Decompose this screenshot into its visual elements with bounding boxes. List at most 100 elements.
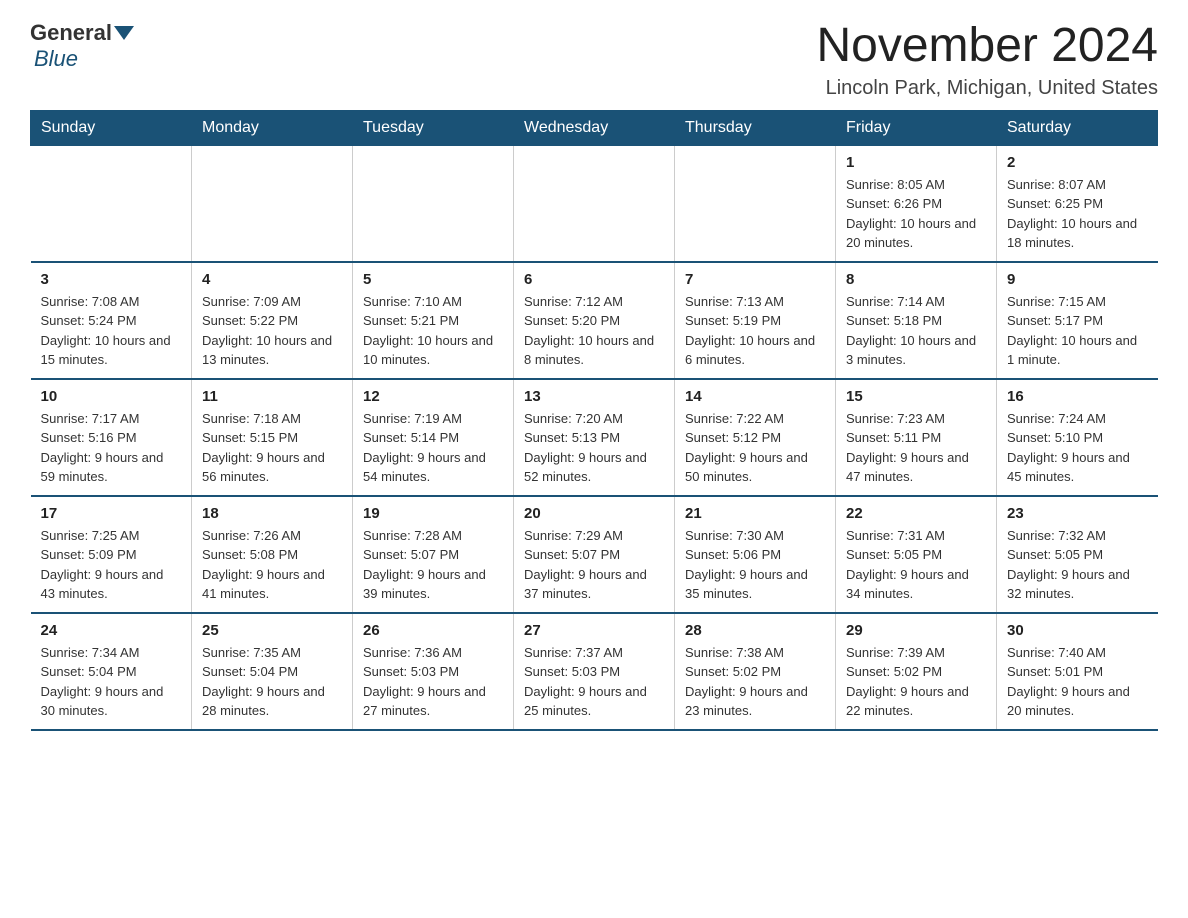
day-info: Sunrise: 7:30 AMSunset: 5:06 PMDaylight:… bbox=[685, 526, 825, 604]
day-number: 11 bbox=[202, 388, 342, 405]
day-info: Sunrise: 7:20 AMSunset: 5:13 PMDaylight:… bbox=[524, 409, 664, 487]
day-number: 13 bbox=[524, 388, 664, 405]
calendar-cell: 27Sunrise: 7:37 AMSunset: 5:03 PMDayligh… bbox=[514, 613, 675, 730]
day-info: Sunrise: 7:31 AMSunset: 5:05 PMDaylight:… bbox=[846, 526, 986, 604]
page-header: General Blue November 2024 Lincoln Park,… bbox=[30, 20, 1158, 100]
day-info: Sunrise: 7:39 AMSunset: 5:02 PMDaylight:… bbox=[846, 643, 986, 721]
weekday-header: Wednesday bbox=[514, 110, 675, 145]
day-number: 4 bbox=[202, 271, 342, 288]
calendar-cell: 28 Sunrise: 7:38 AMSunset: 5:02 PMDayligh… bbox=[675, 613, 836, 730]
calendar-cell: 1Sunrise: 8:05 AMSunset: 6:26 PMDaylight… bbox=[836, 145, 997, 262]
weekday-header: Friday bbox=[836, 110, 997, 145]
calendar-cell: 30Sunrise: 7:40 AMSunset: 5:01 PMDayligh… bbox=[997, 613, 1158, 730]
calendar-cell: 15 Sunrise: 7:23 AMSunset: 5:11 PMDayligh… bbox=[836, 379, 997, 496]
day-info: Sunrise: 8:07 AMSunset: 6:25 PMDaylight:… bbox=[1007, 175, 1148, 253]
day-number: 22 bbox=[846, 505, 986, 522]
calendar-cell bbox=[353, 145, 514, 262]
day-number: 29 bbox=[846, 622, 986, 639]
day-info: Sunrise: 7:25 AMSunset: 5:09 PMDaylight:… bbox=[41, 526, 182, 604]
day-number: 9 bbox=[1007, 271, 1148, 288]
day-number: 12 bbox=[363, 388, 503, 405]
day-number: 21 bbox=[685, 505, 825, 522]
calendar-cell: 19 Sunrise: 7:28 AMSunset: 5:07 PMDayligh… bbox=[353, 496, 514, 613]
calendar-cell: 25 Sunrise: 7:35 AMSunset: 5:04 PMDayligh… bbox=[192, 613, 353, 730]
day-info: Sunrise: 7:38 AMSunset: 5:02 PMDaylight:… bbox=[685, 643, 825, 721]
day-number: 15 bbox=[846, 388, 986, 405]
logo-general-text: General bbox=[30, 20, 112, 46]
day-info: Sunrise: 7:08 AMSunset: 5:24 PMDaylight:… bbox=[41, 292, 182, 370]
day-number: 1 bbox=[846, 154, 986, 171]
weekday-header: Saturday bbox=[997, 110, 1158, 145]
day-number: 18 bbox=[202, 505, 342, 522]
calendar-cell: 18 Sunrise: 7:26 AMSunset: 5:08 PMDayligh… bbox=[192, 496, 353, 613]
location-subtitle: Lincoln Park, Michigan, United States bbox=[816, 77, 1158, 100]
calendar-cell: 6Sunrise: 7:12 AMSunset: 5:20 PMDaylight… bbox=[514, 262, 675, 379]
day-info: Sunrise: 7:17 AMSunset: 5:16 PMDaylight:… bbox=[41, 409, 182, 487]
calendar-week-row: 24 Sunrise: 7:34 AMSunset: 5:04 PMDayligh… bbox=[31, 613, 1158, 730]
day-info: Sunrise: 7:28 AMSunset: 5:07 PMDaylight:… bbox=[363, 526, 503, 604]
day-info: Sunrise: 7:32 AMSunset: 5:05 PMDaylight:… bbox=[1007, 526, 1148, 604]
calendar-cell bbox=[514, 145, 675, 262]
calendar-cell: 8Sunrise: 7:14 AMSunset: 5:18 PMDaylight… bbox=[836, 262, 997, 379]
calendar-cell: 14Sunrise: 7:22 AMSunset: 5:12 PMDayligh… bbox=[675, 379, 836, 496]
logo: General Blue bbox=[30, 20, 136, 72]
day-info: Sunrise: 7:34 AMSunset: 5:04 PMDaylight:… bbox=[41, 643, 182, 721]
day-number: 25 bbox=[202, 622, 342, 639]
day-number: 2 bbox=[1007, 154, 1148, 171]
day-info: Sunrise: 7:18 AMSunset: 5:15 PMDaylight:… bbox=[202, 409, 342, 487]
day-number: 23 bbox=[1007, 505, 1148, 522]
day-info: Sunrise: 7:29 AMSunset: 5:07 PMDaylight:… bbox=[524, 526, 664, 604]
calendar-cell: 7 Sunrise: 7:13 AMSunset: 5:19 PMDaylight… bbox=[675, 262, 836, 379]
calendar-week-row: 10 Sunrise: 7:17 AMSunset: 5:16 PMDayligh… bbox=[31, 379, 1158, 496]
day-info: Sunrise: 7:36 AMSunset: 5:03 PMDaylight:… bbox=[363, 643, 503, 721]
calendar-cell: 24 Sunrise: 7:34 AMSunset: 5:04 PMDayligh… bbox=[31, 613, 192, 730]
day-number: 20 bbox=[524, 505, 664, 522]
day-info: Sunrise: 7:35 AMSunset: 5:04 PMDaylight:… bbox=[202, 643, 342, 721]
calendar-cell: 20 Sunrise: 7:29 AMSunset: 5:07 PMDayligh… bbox=[514, 496, 675, 613]
day-number: 16 bbox=[1007, 388, 1148, 405]
day-number: 3 bbox=[41, 271, 182, 288]
calendar-week-row: 3 Sunrise: 7:08 AMSunset: 5:24 PMDaylight… bbox=[31, 262, 1158, 379]
calendar-cell: 5Sunrise: 7:10 AMSunset: 5:21 PMDaylight… bbox=[353, 262, 514, 379]
day-number: 7 bbox=[685, 271, 825, 288]
day-info: Sunrise: 7:09 AMSunset: 5:22 PMDaylight:… bbox=[202, 292, 342, 370]
calendar-cell: 16 Sunrise: 7:24 AMSunset: 5:10 PMDayligh… bbox=[997, 379, 1158, 496]
calendar-cell bbox=[192, 145, 353, 262]
day-number: 14 bbox=[685, 388, 825, 405]
calendar-body: 1Sunrise: 8:05 AMSunset: 6:26 PMDaylight… bbox=[31, 145, 1158, 730]
calendar-cell bbox=[31, 145, 192, 262]
day-info: Sunrise: 7:15 AMSunset: 5:17 PMDaylight:… bbox=[1007, 292, 1148, 370]
weekday-header: Thursday bbox=[675, 110, 836, 145]
month-title: November 2024 bbox=[816, 20, 1158, 73]
calendar-cell: 4 Sunrise: 7:09 AMSunset: 5:22 PMDaylight… bbox=[192, 262, 353, 379]
day-number: 26 bbox=[363, 622, 503, 639]
day-info: Sunrise: 7:23 AMSunset: 5:11 PMDaylight:… bbox=[846, 409, 986, 487]
day-info: Sunrise: 7:19 AMSunset: 5:14 PMDaylight:… bbox=[363, 409, 503, 487]
day-number: 19 bbox=[363, 505, 503, 522]
calendar-week-row: 1Sunrise: 8:05 AMSunset: 6:26 PMDaylight… bbox=[31, 145, 1158, 262]
weekday-header-row: SundayMondayTuesdayWednesdayThursdayFrid… bbox=[31, 110, 1158, 145]
calendar-cell: 13 Sunrise: 7:20 AMSunset: 5:13 PMDayligh… bbox=[514, 379, 675, 496]
calendar-cell: 3 Sunrise: 7:08 AMSunset: 5:24 PMDaylight… bbox=[31, 262, 192, 379]
calendar-week-row: 17Sunrise: 7:25 AMSunset: 5:09 PMDayligh… bbox=[31, 496, 1158, 613]
calendar-cell: 10 Sunrise: 7:17 AMSunset: 5:16 PMDayligh… bbox=[31, 379, 192, 496]
calendar-cell: 26 Sunrise: 7:36 AMSunset: 5:03 PMDayligh… bbox=[353, 613, 514, 730]
calendar-title-area: November 2024 Lincoln Park, Michigan, Un… bbox=[816, 20, 1158, 100]
calendar-cell: 2 Sunrise: 8:07 AMSunset: 6:25 PMDaylight… bbox=[997, 145, 1158, 262]
calendar-cell: 11 Sunrise: 7:18 AMSunset: 5:15 PMDayligh… bbox=[192, 379, 353, 496]
calendar-cell: 21 Sunrise: 7:30 AMSunset: 5:06 PMDayligh… bbox=[675, 496, 836, 613]
day-info: Sunrise: 7:13 AMSunset: 5:19 PMDaylight:… bbox=[685, 292, 825, 370]
day-info: Sunrise: 7:26 AMSunset: 5:08 PMDaylight:… bbox=[202, 526, 342, 604]
logo-blue-text: Blue bbox=[34, 46, 78, 71]
calendar-cell bbox=[675, 145, 836, 262]
day-number: 28 bbox=[685, 622, 825, 639]
day-number: 24 bbox=[41, 622, 182, 639]
day-number: 8 bbox=[846, 271, 986, 288]
day-number: 10 bbox=[41, 388, 182, 405]
logo-arrow-icon bbox=[114, 26, 134, 40]
weekday-header: Tuesday bbox=[353, 110, 514, 145]
weekday-header: Monday bbox=[192, 110, 353, 145]
day-number: 6 bbox=[524, 271, 664, 288]
day-info: Sunrise: 7:37 AMSunset: 5:03 PMDaylight:… bbox=[524, 643, 664, 721]
day-info: Sunrise: 7:24 AMSunset: 5:10 PMDaylight:… bbox=[1007, 409, 1148, 487]
